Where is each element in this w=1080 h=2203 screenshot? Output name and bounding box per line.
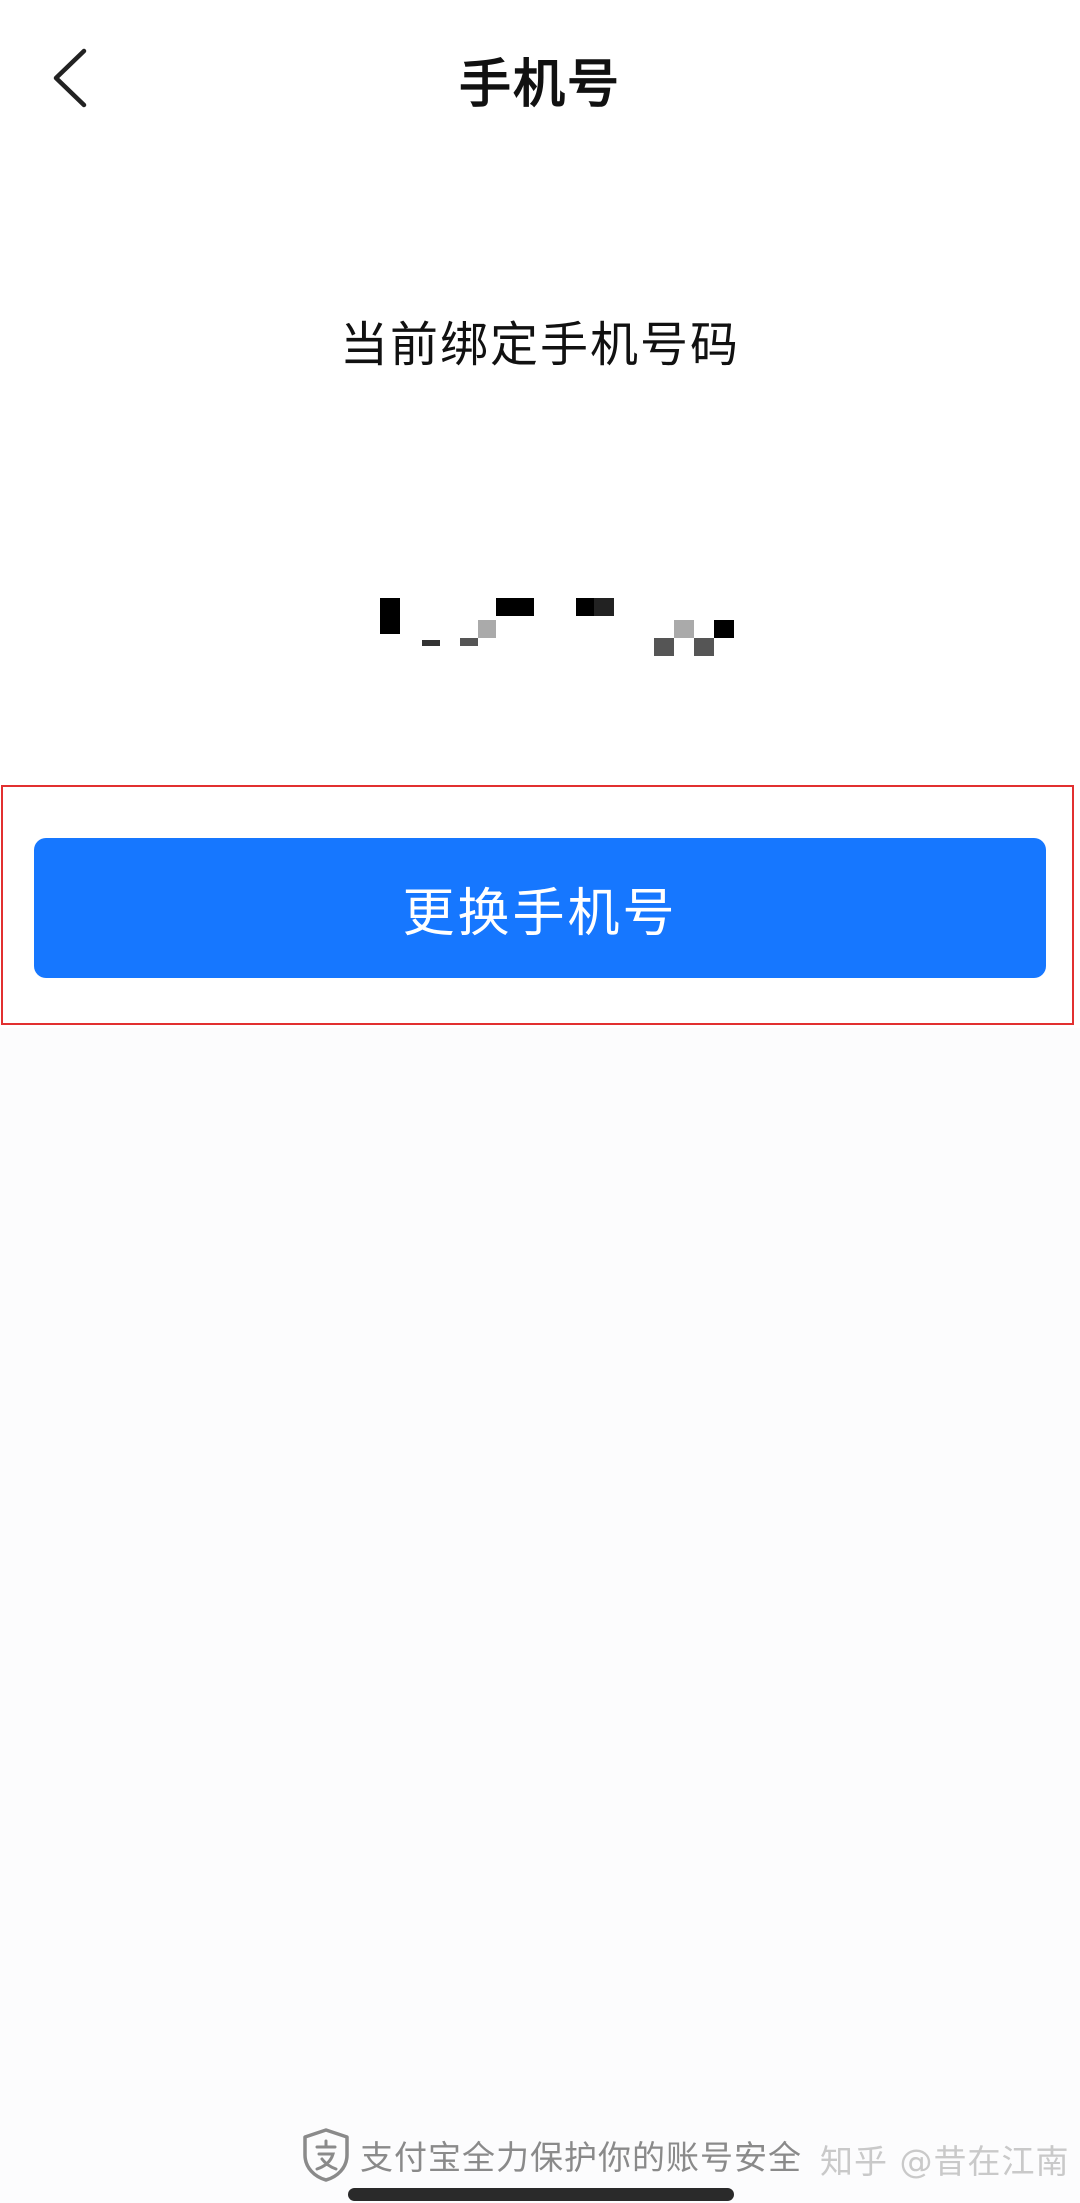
home-indicator[interactable] xyxy=(348,2188,734,2201)
pixelated-mosaic-icon xyxy=(380,598,734,656)
page-title: 手机号 xyxy=(458,55,621,115)
security-footer-text: 支付宝全力保护你的账号安全 xyxy=(360,2138,802,2177)
alipay-shield-icon xyxy=(303,2128,349,2182)
watermark-text: 知乎 @昔在江南 xyxy=(820,2142,1070,2181)
navigation-bar: 手机号 xyxy=(0,0,1080,155)
masked-phone-number xyxy=(380,590,740,670)
security-footer: 支付宝全力保护你的账号安全 xyxy=(300,2125,802,2185)
change-phone-button[interactable]: 更换手机号 xyxy=(34,838,1046,978)
current-phone-label: 当前绑定手机号码 xyxy=(339,317,740,373)
